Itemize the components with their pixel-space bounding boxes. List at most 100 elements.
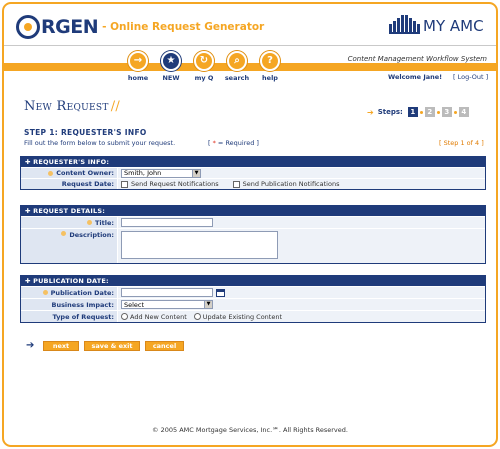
rgen-logo: RGEN - Online Request Generator (16, 14, 264, 40)
content-owner-label: Content Owner: (21, 168, 117, 178)
steps-label: Steps: (377, 108, 403, 116)
section-header[interactable]: ✚ REQUESTER'S INFO: (21, 157, 485, 167)
star-icon: ★ (161, 51, 181, 71)
queue-icon: ↻ (194, 51, 214, 71)
page-title: New Request// (24, 99, 120, 114)
required-dot-icon (86, 220, 92, 225)
content-owner-value: Smith, John (124, 169, 162, 177)
content-owner-label-text: Content Owner: (56, 169, 114, 177)
request-details-section: ✚ REQUEST DETAILS: Title: Description: (20, 205, 486, 264)
section-header[interactable]: ✚ REQUEST DETAILS: (21, 206, 485, 216)
header-divider (4, 45, 496, 46)
required-note: [ * = Required ] (208, 139, 259, 147)
description-textarea[interactable] (121, 231, 278, 259)
chevron-down-icon: ▼ (192, 169, 200, 177)
nav-search[interactable]: ⌕ search (221, 51, 253, 82)
business-impact-cell: Select ▼ (118, 299, 485, 310)
save-exit-button[interactable]: save & exit (84, 341, 140, 351)
description-cell (118, 229, 485, 263)
update-existing-content-label: Update Existing Content (202, 312, 283, 321)
main-nav: → home ★ NEW ↻ my Q ⌕ search ? help (122, 51, 287, 82)
send-publication-checkbox[interactable] (232, 180, 240, 188)
type-of-request-label: Type of Request: (21, 311, 117, 322)
type-of-request-row: Type of Request: Add New Content Update … (21, 310, 485, 322)
step-separator (453, 110, 457, 114)
requester-info-section: ✚ REQUESTER'S INFO: Content Owner: Smith… (20, 156, 486, 190)
step-4-badge: 4 (458, 107, 469, 117)
next-button[interactable]: next (43, 341, 79, 351)
content-owner-select[interactable]: Smith, John ▼ (121, 168, 201, 178)
step-1-badge: 1 (407, 107, 418, 117)
description-row: Description: (21, 228, 485, 263)
pub-date-input[interactable] (121, 288, 213, 297)
nav-my-q[interactable]: ↻ my Q (188, 51, 220, 82)
pub-date-label: Publication Date: (21, 287, 117, 298)
title-cell (118, 217, 485, 228)
step-separator (419, 110, 423, 114)
request-date-row: Request Date: Send Request Notifications… (21, 178, 485, 189)
send-request-checkbox[interactable] (121, 180, 128, 188)
request-date-cell: Send Request Notifications Send Publicat… (118, 179, 485, 189)
welcome-text: Welcome Jane! (388, 73, 443, 81)
title-row: Title: (21, 216, 485, 228)
business-impact-select[interactable]: Select ▼ (121, 300, 213, 309)
logo-text: RGEN (41, 16, 99, 38)
step-title: STEP 1: REQUESTER'S INFO (24, 128, 147, 137)
nav-label: search (224, 74, 250, 82)
nav-help[interactable]: ? help (254, 51, 286, 82)
cancel-button[interactable]: cancel (145, 341, 184, 351)
pub-date-label-text: Publication Date: (50, 288, 114, 297)
add-new-content-label: Add New Content (130, 312, 187, 321)
step-indicator: ➔ Steps: 1 2 3 4 (367, 107, 470, 117)
content-owner-cell: Smith, John ▼ (118, 168, 485, 178)
step-separator (436, 110, 440, 114)
nav-label: help (262, 74, 278, 82)
page-title-suffix: // (110, 99, 121, 114)
my-amc-logo: MY AMC (389, 14, 484, 34)
required-note-post: = Required ] (215, 139, 259, 147)
step-description: Fill out the form below to submit your r… (24, 139, 176, 147)
title-label: Title: (21, 217, 117, 228)
nav-label: home (127, 74, 149, 82)
publication-date-section: ✚ PUBLICATION DATE: Publication Date: Bu… (20, 275, 486, 323)
required-dot-icon (61, 231, 67, 236)
step-of-indicator: [ Step 1 of 4 ] (439, 139, 484, 147)
help-icon: ? (260, 51, 280, 71)
nav-label: my Q (194, 74, 214, 82)
required-dot-icon (48, 170, 54, 176)
pub-date-cell (118, 287, 485, 298)
business-impact-label: Business Impact: (21, 299, 117, 310)
section-header[interactable]: ✚ PUBLICATION DATE: (21, 276, 485, 286)
description-label-text: Description: (69, 231, 114, 239)
chevron-down-icon: ▼ (204, 301, 212, 308)
nav-home[interactable]: → home (122, 51, 154, 82)
nav-new[interactable]: ★ NEW (155, 51, 187, 82)
amc-bars-icon (389, 14, 420, 34)
logo-o-mark (16, 15, 40, 39)
arrow-right-icon: ➔ (26, 340, 35, 351)
search-icon: ⌕ (227, 51, 247, 71)
step-2-badge: 2 (424, 107, 435, 117)
business-impact-value: Select (124, 300, 145, 309)
steps-arrow-icon: ➔ (367, 107, 374, 117)
content-owner-row: Content Owner: Smith, John ▼ (21, 167, 485, 178)
calendar-icon[interactable] (216, 288, 225, 297)
title-input[interactable] (121, 218, 213, 227)
request-date-label: Request Date: (21, 179, 117, 189)
footer-copyright: © 2005 AMC Mortgage Services, Inc.℠. All… (152, 426, 348, 434)
send-request-label: Send Request Notifications (131, 180, 219, 188)
brand-text: MY AMC (423, 17, 484, 35)
nav-label: NEW (162, 74, 180, 82)
add-new-content-radio[interactable] (121, 313, 128, 320)
logout-link[interactable]: [ Log-Out ] (453, 73, 488, 81)
step-3-badge: 3 (441, 107, 452, 117)
send-publication-label: Send Publication Notifications (242, 180, 340, 188)
update-existing-content-radio[interactable] (193, 313, 201, 320)
description-label: Description: (21, 229, 117, 263)
title-label-text: Title: (94, 218, 114, 227)
system-label: Content Management Workflow System (344, 55, 490, 63)
app-frame: RGEN - Online Request Generator MY AMC C… (2, 2, 498, 447)
type-of-request-cell: Add New Content Update Existing Content (118, 311, 485, 322)
app-subtitle: - Online Request Generator (102, 21, 265, 33)
business-impact-row: Business Impact: Select ▼ (21, 298, 485, 310)
